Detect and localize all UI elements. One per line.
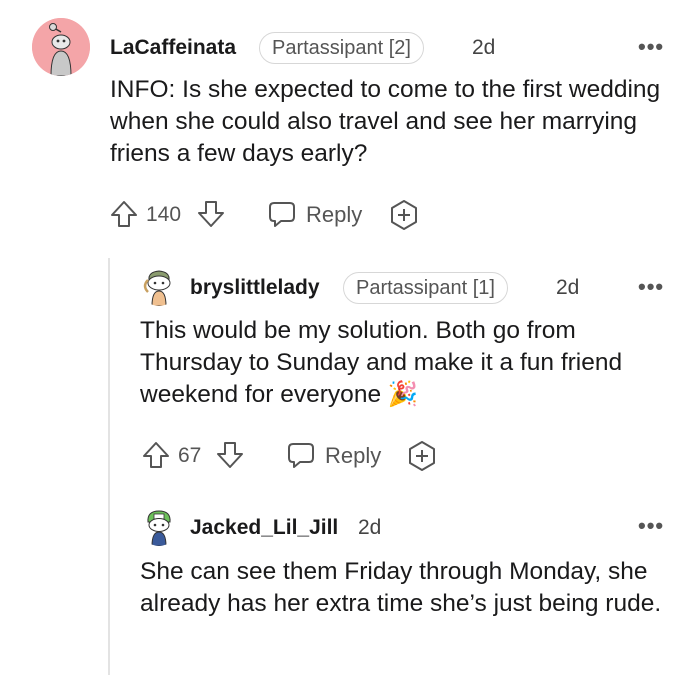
user-flair: Partassipant [2]	[259, 32, 424, 64]
timestamp[interactable]: 2d	[472, 36, 495, 60]
upvote-icon[interactable]	[140, 439, 172, 471]
comment-body: INFO: Is she expected to come to the fir…	[110, 76, 661, 167]
award-icon[interactable]	[387, 198, 421, 232]
reply-label: Reply	[325, 443, 382, 468]
timestamp[interactable]: 2d	[556, 276, 579, 300]
reply-icon	[288, 443, 314, 468]
more-options-icon[interactable]: •••	[638, 513, 664, 539]
avatar[interactable]	[140, 508, 178, 546]
username[interactable]: bryslittlelady	[190, 276, 320, 300]
vote-count: 67	[178, 444, 202, 467]
vote-count: 140	[146, 203, 182, 226]
more-options-icon[interactable]: •••	[638, 274, 664, 300]
snoo-avatar-icon	[143, 270, 171, 306]
more-options-icon[interactable]: •••	[638, 34, 664, 60]
reply-icon	[269, 202, 295, 227]
snoo-avatar-icon	[32, 18, 90, 76]
reply-button[interactable]: Reply	[266, 198, 366, 230]
downvote-icon[interactable]	[214, 439, 246, 471]
award-icon[interactable]	[405, 439, 439, 473]
thread-line[interactable]	[108, 258, 110, 675]
username[interactable]: LaCaffeinata	[110, 36, 236, 60]
avatar[interactable]	[140, 268, 178, 306]
reply-label: Reply	[306, 202, 363, 227]
upvote-icon[interactable]	[108, 198, 140, 230]
user-flair: Partassipant [1]	[343, 272, 508, 304]
comment-body: This would be my solution. Both go from …	[140, 317, 623, 408]
comment-body: She can see them Friday through Monday, …	[140, 558, 662, 617]
snoo-avatar-icon	[147, 510, 171, 546]
avatar[interactable]	[32, 18, 90, 76]
username[interactable]: Jacked_Lil_Jill	[190, 516, 338, 540]
downvote-icon[interactable]	[195, 198, 227, 230]
reply-button[interactable]: Reply	[285, 439, 385, 471]
timestamp[interactable]: 2d	[358, 516, 381, 540]
